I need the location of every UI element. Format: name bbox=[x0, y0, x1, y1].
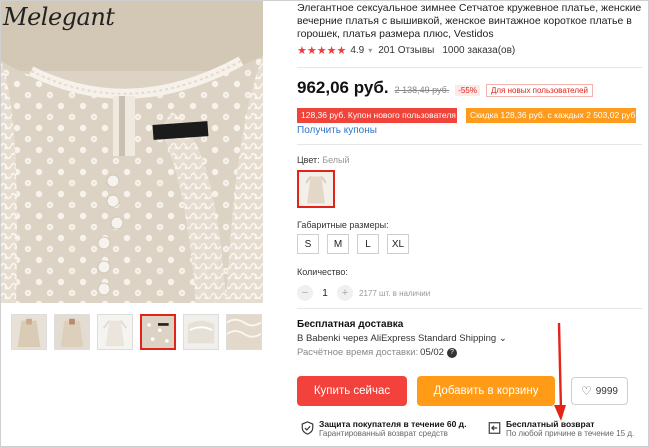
divider bbox=[297, 144, 642, 145]
free-return-title: Бесплатный возврат bbox=[506, 419, 595, 429]
shipping-method-text[interactable]: В Babenki через AliExpress Standard Ship… bbox=[297, 333, 496, 344]
wishlist-button[interactable]: ♡ 9999 bbox=[571, 377, 628, 405]
return-box-icon bbox=[488, 422, 501, 434]
new-user-badge: Для новых пользователей bbox=[485, 84, 593, 97]
divider bbox=[297, 308, 642, 309]
get-coupons-link[interactable]: Получить купоны bbox=[297, 125, 377, 136]
thumbnail-strip bbox=[11, 314, 262, 350]
size-option-xl[interactable]: XL bbox=[387, 234, 409, 254]
rating-value: 4.9 bbox=[350, 45, 365, 56]
rating-row: ★★★★★ 4.9 ▾ 201 Отзывы 1000 заказа(ов) bbox=[297, 44, 515, 57]
new-user-coupon[interactable]: 128,36 руб. Купон нового пользователя bbox=[297, 108, 457, 123]
store-discount-coupon[interactable]: Скидка 128,36 руб. с каждых 2 503,02 руб… bbox=[466, 108, 638, 123]
reviews-count-link[interactable]: 201 Отзывы bbox=[378, 45, 434, 56]
star-rating-icon: ★★★★★ bbox=[297, 44, 347, 57]
heart-icon: ♡ bbox=[580, 384, 592, 398]
discount-badge: -55% bbox=[455, 85, 480, 96]
price-row: 962,06 руб. 2 138,49 руб. -55% Для новых… bbox=[297, 78, 593, 98]
color-value: Белый bbox=[322, 155, 350, 165]
orders-count: 1000 заказа(ов) bbox=[442, 45, 516, 56]
size-options: S M L XL bbox=[297, 234, 409, 254]
help-icon[interactable]: ? bbox=[446, 347, 457, 358]
quantity-label: Количество: bbox=[297, 267, 348, 277]
action-buttons: Купить сейчас Добавить в корзину ♡ 9999 bbox=[297, 376, 628, 406]
product-page: Melegant Элегантное сексуальное зимнее С… bbox=[0, 0, 649, 447]
shipping-title: Бесплатная доставка bbox=[297, 319, 404, 330]
color-label-text: Цвет: bbox=[297, 155, 320, 165]
delivery-estimate: Расчётное время доставки: 05/02 ? bbox=[297, 347, 457, 358]
thumbnail-4-selected[interactable] bbox=[140, 314, 176, 350]
buyer-protection-title: Защита покупателя в течение 60 д. bbox=[319, 419, 467, 429]
thumbnail-6[interactable] bbox=[226, 314, 262, 350]
shipping-method[interactable]: В Babenki через AliExpress Standard Ship… bbox=[297, 333, 507, 344]
annotation-arrow-icon bbox=[554, 323, 566, 421]
old-price: 2 138,49 руб. bbox=[394, 85, 450, 95]
quantity-value[interactable]: 1 bbox=[313, 288, 337, 299]
size-label: Габаритные размеры: bbox=[297, 220, 389, 230]
buyer-protection[interactable]: Защита покупателя в течение 60 д. Гарант… bbox=[301, 419, 466, 439]
brand-logo: Melegant bbox=[3, 3, 115, 31]
quantity-stepper: − 1 + 2177 шт. в наличии bbox=[297, 285, 430, 301]
shield-check-icon bbox=[301, 421, 314, 435]
wishlist-count: 9999 bbox=[595, 385, 618, 397]
buy-now-button[interactable]: Купить сейчас bbox=[297, 376, 407, 406]
quantity-minus-button[interactable]: − bbox=[297, 285, 313, 301]
stock-count: 2177 шт. в наличии bbox=[359, 288, 431, 298]
buyer-protection-subtitle: Гарантированный возврат средств bbox=[319, 429, 448, 438]
thumbnail-2[interactable] bbox=[54, 314, 90, 350]
chevron-down-icon[interactable]: ▾ bbox=[368, 46, 372, 55]
chevron-down-icon[interactable]: ⌄ bbox=[499, 333, 507, 344]
quantity-plus-button[interactable]: + bbox=[337, 285, 353, 301]
current-price: 962,06 руб. bbox=[297, 78, 389, 97]
divider bbox=[297, 67, 642, 68]
product-info: Элегантное сексуальное зимнее Сетчатое к… bbox=[297, 1, 642, 406]
delivery-date-value: 05/02 bbox=[420, 347, 444, 358]
color-label: Цвет: Белый bbox=[297, 155, 350, 165]
thumbnail-3[interactable] bbox=[97, 314, 133, 350]
product-main-image[interactable]: Melegant bbox=[1, 1, 263, 303]
add-to-cart-button[interactable]: Добавить в корзину bbox=[417, 376, 555, 406]
size-option-s[interactable]: S bbox=[297, 234, 319, 254]
size-option-l[interactable]: L bbox=[357, 234, 379, 254]
color-swatch-white[interactable] bbox=[297, 170, 335, 208]
delivery-date-label: Расчётное время доставки: bbox=[297, 347, 419, 358]
size-option-m[interactable]: M bbox=[327, 234, 349, 254]
thumbnail-1[interactable] bbox=[11, 314, 47, 350]
free-return-subtitle: По любой причине в течение 15 д. bbox=[506, 429, 635, 438]
coupon-row: 128,36 руб. Купон нового пользователя Ск… bbox=[297, 108, 638, 123]
thumbnail-5[interactable] bbox=[183, 314, 219, 350]
